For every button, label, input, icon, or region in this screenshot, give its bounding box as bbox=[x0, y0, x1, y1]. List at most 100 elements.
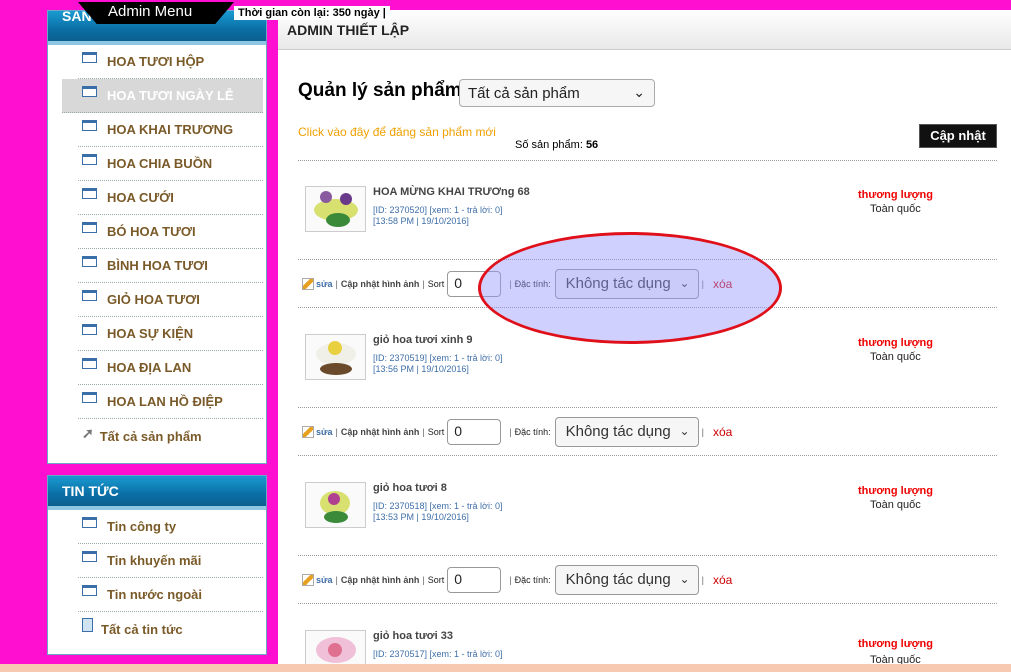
product-price: thương lượng bbox=[858, 337, 933, 349]
sidebar-item-label: BÌNH HOA TƯƠI bbox=[107, 258, 208, 273]
product-count: Số sản phẩm: 56 bbox=[515, 139, 598, 151]
products-panel: SẢN PHẨM HOA TƯƠI HỘP HOA TƯƠI NGÀY LỄ H… bbox=[47, 10, 267, 464]
product-price: thương lượng bbox=[858, 638, 933, 650]
sidebar-item-tin-khuyen-mai[interactable]: Tin khuyến mãi bbox=[78, 544, 263, 578]
sidebar-item-label: HOA TƯƠI HỘP bbox=[107, 54, 205, 69]
sidebar-item-tin-cong-ty[interactable]: Tin công ty bbox=[78, 510, 263, 544]
chevron-down-icon: ⌄ bbox=[679, 424, 690, 438]
update-image-link[interactable]: Cập nhật hình ảnh bbox=[341, 279, 420, 289]
update-image-link[interactable]: Cập nhật hình ảnh bbox=[341, 427, 420, 437]
attribute-select-value: Không tác dụng bbox=[565, 571, 671, 588]
sidebar-item-label: HOA LAN HỒ ĐIỆP bbox=[107, 394, 223, 409]
sidebar-item-hoa-cuoi[interactable]: HOA CƯỚI bbox=[78, 181, 263, 215]
product-row: giỏ hoa tươi 8 [ID: 2370518] [xem: 1 - t… bbox=[298, 482, 997, 556]
sort-input[interactable]: 0 bbox=[447, 419, 502, 445]
divider bbox=[298, 455, 997, 456]
sidebar-item-gio-hoa-tuoi[interactable]: GIỎ HOA TƯƠI bbox=[78, 283, 263, 317]
sidebar-item-label: Tin công ty bbox=[107, 519, 177, 534]
chevron-down-icon: ⌄ bbox=[633, 84, 645, 100]
delete-link[interactable]: xóa bbox=[713, 425, 732, 439]
post-new-product-link[interactable]: Click vào đây để đăng sản phẩm mới bbox=[298, 125, 496, 139]
product-price: thương lượng bbox=[858, 485, 933, 497]
sidebar-item-label: HOA CƯỚI bbox=[107, 190, 174, 205]
sort-input[interactable]: 0 bbox=[447, 567, 502, 593]
admin-menu-tab[interactable]: Admin Menu bbox=[78, 2, 234, 24]
product-meta: [ID: 2370517] [xem: 1 - trả lời: 0] bbox=[373, 649, 502, 660]
divider bbox=[298, 555, 997, 556]
attribute-select[interactable]: Không tác dụng ⌄ bbox=[554, 269, 699, 299]
attr-label: Đặc tính: bbox=[514, 279, 551, 289]
sidebar-item-all-products[interactable]: ➚ Tất cả sản phẩm bbox=[78, 419, 263, 453]
window-icon bbox=[82, 188, 97, 199]
sidebar-item-label: HOA KHAI TRƯƠNG bbox=[107, 122, 234, 137]
sort-input[interactable]: 0 bbox=[447, 271, 502, 297]
window-icon bbox=[82, 86, 97, 97]
product-thumbnail[interactable] bbox=[305, 334, 366, 380]
sidebar-item-hoa-lan-ho-diep[interactable]: HOA LAN HỒ ĐIỆP bbox=[78, 385, 263, 419]
window-icon bbox=[82, 551, 97, 562]
time-remaining-label: Thời gian còn lại: 350 ngày | bbox=[234, 6, 390, 20]
edit-link[interactable]: sửa bbox=[316, 427, 333, 437]
update-image-link[interactable]: Cập nhật hình ảnh bbox=[341, 575, 420, 585]
divider bbox=[298, 307, 997, 308]
sidebar-item-label: HOA CHIA BUỒN bbox=[107, 156, 213, 171]
news-menu: Tin công ty Tin khuyến mãi Tin nước ngoà… bbox=[78, 510, 263, 646]
window-icon bbox=[82, 517, 97, 528]
edit-link[interactable]: sửa bbox=[316, 279, 333, 289]
product-row: HOA MỪNG KHAI TRƯƠng 68 [ID: 2370520] [x… bbox=[298, 186, 997, 260]
sidebar-item-hoa-tuoi-hop[interactable]: HOA TƯƠI HỘP bbox=[78, 45, 263, 79]
product-meta: [ID: 2370518] [xem: 1 - trả lời: 0] [13:5… bbox=[373, 501, 502, 523]
sidebar-item-label: HOA ĐỊA LAN bbox=[107, 360, 192, 375]
sidebar-item-hoa-dia-lan[interactable]: HOA ĐỊA LAN bbox=[78, 351, 263, 385]
window-icon bbox=[82, 222, 97, 233]
sidebar-item-tin-nuoc-ngoai[interactable]: Tin nước ngoài bbox=[78, 578, 263, 612]
news-panel: TIN TỨC Tin công ty Tin khuyến mãi Tin n… bbox=[47, 475, 267, 655]
product-name[interactable]: giỏ hoa tươi 8 bbox=[373, 482, 447, 494]
sidebar-item-binh-hoa-tuoi[interactable]: BÌNH HOA TƯƠI bbox=[78, 249, 263, 283]
window-icon bbox=[82, 358, 97, 369]
product-region: Toàn quốc bbox=[870, 499, 921, 511]
product-name[interactable]: HOA MỪNG KHAI TRƯƠng 68 bbox=[373, 186, 530, 198]
sidebar-item-hoa-su-kien[interactable]: HOA SỰ KIỆN bbox=[78, 317, 263, 351]
edit-link[interactable]: sửa bbox=[316, 575, 333, 585]
divider bbox=[298, 160, 997, 161]
sidebar-item-hoa-tuoi-ngay-le[interactable]: HOA TƯƠI NGÀY LỄ bbox=[62, 79, 263, 113]
product-actions: sửa | Cập nhật hình ảnh | Sort 0 | Đặc tính… bbox=[302, 269, 997, 299]
update-button[interactable]: Cập nhật bbox=[919, 124, 997, 148]
product-id-line: [ID: 2370520] [xem: 1 - trả lời: 0] bbox=[373, 205, 503, 215]
attr-label: Đặc tính: bbox=[514, 427, 551, 437]
product-name[interactable]: giỏ hoa tươi 33 bbox=[373, 630, 453, 642]
product-thumbnail[interactable] bbox=[305, 482, 366, 528]
divider bbox=[298, 407, 997, 408]
product-time-line: [13:56 PM | 19/10/2016] bbox=[373, 364, 469, 374]
sidebar-item-hoa-khai-truong[interactable]: HOA KHAI TRƯƠNG bbox=[78, 113, 263, 147]
sidebar-item-all-news[interactable]: Tất cả tin tức bbox=[78, 612, 263, 646]
attribute-select[interactable]: Không tác dụng ⌄ bbox=[554, 565, 699, 595]
sidebar-item-bo-hoa-tuoi[interactable]: BÓ HOA TƯƠI bbox=[78, 215, 263, 249]
products-menu: HOA TƯƠI HỘP HOA TƯƠI NGÀY LỄ HOA KHAI T… bbox=[62, 45, 263, 453]
sidebar-item-label: Tin nước ngoài bbox=[107, 587, 202, 602]
product-id-line: [ID: 2370519] [xem: 1 - trả lời: 0] bbox=[373, 353, 503, 363]
chevron-down-icon: ⌄ bbox=[679, 276, 690, 290]
delete-link[interactable]: xóa bbox=[713, 573, 732, 587]
attribute-select-value: Không tác dụng bbox=[565, 275, 671, 292]
product-thumbnail[interactable] bbox=[305, 186, 366, 232]
product-actions: sửa | Cập nhật hình ảnh | Sort 0 | Đặc tính… bbox=[302, 565, 997, 595]
pencil-icon bbox=[302, 574, 314, 586]
news-panel-header: TIN TỨC bbox=[48, 476, 266, 510]
product-region: Toàn quốc bbox=[870, 203, 921, 215]
product-id-line: [ID: 2370517] [xem: 1 - trả lời: 0] bbox=[373, 649, 503, 659]
news-panel-title: TIN TỨC bbox=[62, 483, 119, 499]
sidebar-item-hoa-chia-buon[interactable]: HOA CHIA BUỒN bbox=[78, 147, 263, 181]
product-name[interactable]: giỏ hoa tươi xinh 9 bbox=[373, 334, 473, 346]
window-icon bbox=[82, 392, 97, 403]
product-filter-select[interactable]: Tất cả sản phẩm ⌄ bbox=[459, 79, 655, 107]
product-time-line: [13:58 PM | 19/10/2016] bbox=[373, 216, 469, 226]
product-time-line: [13:53 PM | 19/10/2016] bbox=[373, 512, 469, 522]
main-content: ADMIN THIẾT LẬP Quản lý sản phẩm Tất cả … bbox=[278, 10, 1011, 672]
bottom-strip bbox=[0, 664, 1011, 672]
delete-link[interactable]: xóa bbox=[713, 277, 732, 291]
window-icon bbox=[82, 120, 97, 131]
sidebar-item-label: Tất cả tin tức bbox=[101, 621, 183, 637]
attribute-select[interactable]: Không tác dụng ⌄ bbox=[554, 417, 699, 447]
